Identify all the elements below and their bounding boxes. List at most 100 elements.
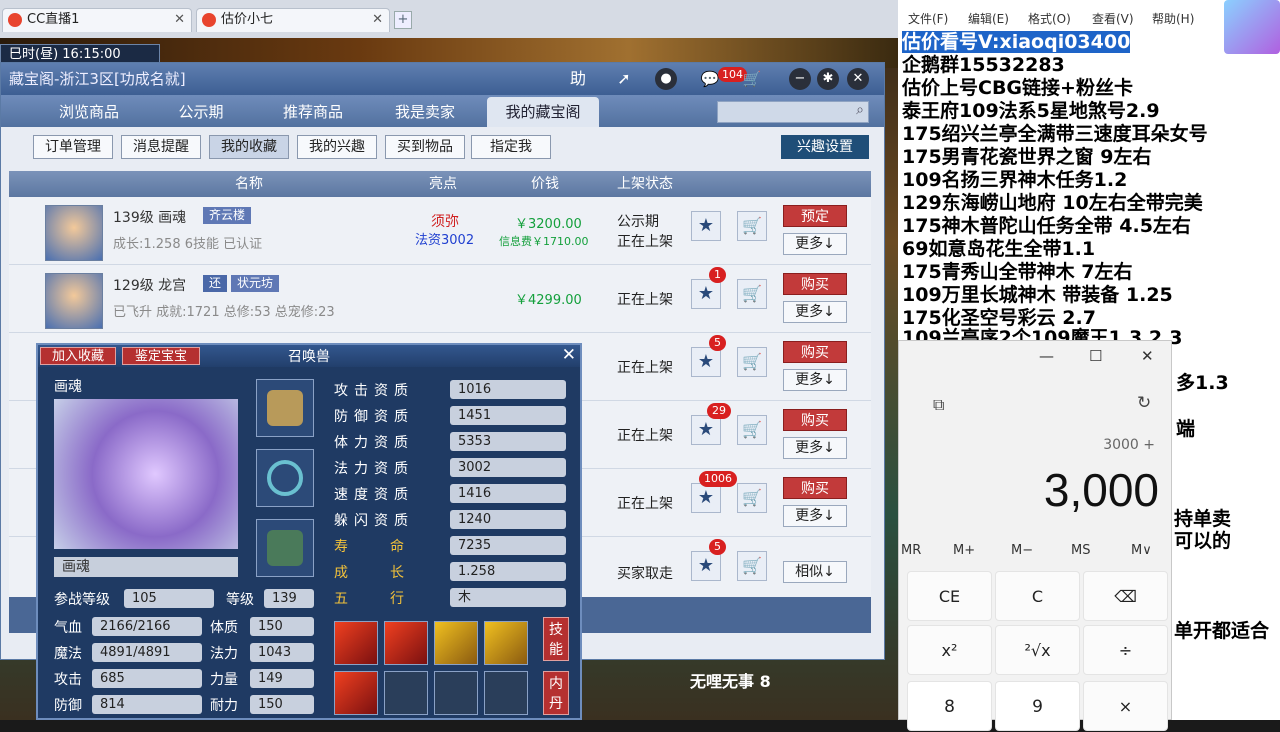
equip-slot-3[interactable]	[256, 519, 314, 577]
text-line-partial[interactable]: 端	[1176, 418, 1195, 441]
tab-guja[interactable]: 估价小七 ✕	[196, 8, 390, 32]
skill-icon[interactable]	[334, 671, 378, 715]
more-button[interactable]: 更多↓	[783, 505, 847, 527]
buy-button[interactable]: 购买	[783, 341, 847, 363]
tab-seller[interactable]: 我是卖家	[377, 97, 473, 127]
buy-button[interactable]: 购买	[783, 409, 847, 431]
key-c[interactable]: C	[995, 571, 1080, 621]
text-line[interactable]: 129东海崂山地府 10左右全带完美	[902, 192, 1203, 215]
tab-favorites[interactable]: 我的收藏	[209, 135, 289, 159]
minimize-icon[interactable]: −	[789, 68, 811, 90]
text-line[interactable]: 泰王府109法系5星地煞号2.9	[902, 100, 1160, 123]
search-input[interactable]: ⌕	[717, 101, 869, 123]
add-favorite-button[interactable]: 加入收藏	[40, 347, 116, 365]
mem-list[interactable]: M∨	[1131, 543, 1152, 558]
similar-button[interactable]: 相似↓	[783, 561, 847, 583]
close-icon[interactable]: ✕	[1141, 347, 1154, 365]
text-line[interactable]: 估价看号V:xiaoqi03400	[902, 31, 1131, 54]
skill-icon[interactable]	[384, 621, 428, 665]
menu-edit[interactable]: 编辑(E)	[968, 10, 1009, 27]
menu-file[interactable]: 文件(F)	[908, 10, 948, 27]
text-line[interactable]: 企鹅群15532283	[902, 54, 1065, 77]
tab-messages[interactable]: 消息提醒	[121, 135, 201, 159]
cart-icon[interactable]: 🛒	[737, 211, 767, 241]
key-sqrt[interactable]: ²√x	[995, 625, 1080, 675]
mem-recall[interactable]: MR	[901, 543, 921, 558]
cart-icon[interactable]: 🛒	[737, 279, 767, 309]
key-multiply[interactable]: ×	[1083, 681, 1168, 731]
cart-icon[interactable]: 🛒	[737, 347, 767, 377]
tab-purchased[interactable]: 买到物品	[385, 135, 465, 159]
buy-button[interactable]: 购买	[783, 273, 847, 295]
key-ce[interactable]: CE	[907, 571, 992, 621]
skill-icon[interactable]	[334, 621, 378, 665]
star-icon[interactable]: ★	[691, 211, 721, 241]
key-divide[interactable]: ÷	[1083, 625, 1168, 675]
star-icon[interactable]: ★	[691, 551, 721, 581]
minimize-icon[interactable]: —	[1039, 347, 1054, 365]
reserve-button[interactable]: 预定	[783, 205, 847, 227]
star-icon[interactable]: ★	[691, 279, 721, 309]
more-button[interactable]: 更多↓	[783, 369, 847, 391]
help-button[interactable]: 助	[567, 68, 589, 90]
history-icon[interactable]: ↻	[1137, 393, 1151, 413]
cart-icon[interactable]: 🛒	[737, 415, 767, 445]
neidan-button[interactable]: 内丹	[543, 671, 569, 715]
text-line-partial[interactable]: 持单卖	[1174, 508, 1231, 531]
text-line-partial[interactable]: 可以的	[1174, 530, 1231, 553]
maximize-icon[interactable]: ☐	[1089, 347, 1102, 365]
share-icon[interactable]: ➚	[613, 68, 635, 90]
tab-orders[interactable]: 订单管理	[33, 135, 113, 159]
equip-slot-1[interactable]	[256, 379, 314, 437]
gear-icon[interactable]: ✱	[817, 68, 839, 90]
cart-icon[interactable]: 🛒	[737, 551, 767, 581]
more-button[interactable]: 更多↓	[783, 301, 847, 323]
keep-on-top-icon[interactable]: ⧉	[933, 395, 944, 415]
menu-format[interactable]: 格式(O)	[1028, 10, 1071, 27]
mem-subtract[interactable]: M−	[1011, 543, 1033, 558]
skill-icon[interactable]	[484, 621, 528, 665]
text-line[interactable]: 175绍兴兰亭全满带三速度耳朵女号	[902, 123, 1208, 146]
close-icon[interactable]: ✕	[174, 9, 185, 31]
text-line[interactable]: 估价上号CBG链接+粉丝卡	[902, 77, 1133, 100]
menu-help[interactable]: 帮助(H)	[1152, 10, 1194, 27]
tab-cc-live[interactable]: CC直播1 ✕	[2, 8, 192, 32]
more-button[interactable]: 更多↓	[783, 233, 847, 255]
text-line-partial[interactable]: 单开都适合	[1174, 620, 1269, 643]
appraise-button[interactable]: 鉴定宝宝	[122, 347, 200, 365]
tab-assigned[interactable]: 指定我	[471, 135, 551, 159]
text-line[interactable]: 109万里长城神木 带装备 1.25	[902, 284, 1173, 307]
star-icon[interactable]: ★	[691, 347, 721, 377]
search-icon[interactable]: ⌕	[856, 102, 864, 118]
key-8[interactable]: 8	[907, 681, 992, 731]
tab-browse[interactable]: 浏览商品	[41, 97, 137, 127]
tab-my-cangbaoge[interactable]: 我的藏宝阁	[487, 97, 599, 127]
skills-button[interactable]: 技能	[543, 617, 569, 661]
buy-button[interactable]: 购买	[783, 477, 847, 499]
key-square[interactable]: x²	[907, 625, 992, 675]
tab-public[interactable]: 公示期	[153, 97, 249, 127]
text-line[interactable]: 175神木普陀山任务全带 4.5左右	[902, 215, 1191, 238]
text-line[interactable]: 109名扬三界神木任务1.2	[902, 169, 1127, 192]
mem-add[interactable]: M+	[953, 543, 975, 558]
text-line[interactable]: 175青秀山全带神木 7左右	[902, 261, 1133, 284]
key-backspace[interactable]: ⌫	[1083, 571, 1168, 621]
menu-view[interactable]: 查看(V)	[1092, 10, 1134, 27]
equip-slot-2[interactable]	[256, 449, 314, 507]
skill-icon[interactable]	[434, 621, 478, 665]
settings-icon[interactable]: ●	[655, 68, 677, 90]
table-row[interactable]: 129级 龙宫 还 状元坊 已飞升 成就:1721 总修:53 总宠修:23 ￥…	[9, 265, 871, 333]
text-line[interactable]: 175男青花瓷世界之窗 9左右	[902, 146, 1152, 169]
more-button[interactable]: 更多↓	[783, 437, 847, 459]
text-line[interactable]: 69如意岛花生全带1.1	[902, 238, 1095, 261]
cart-icon[interactable]: 🛒	[741, 68, 763, 90]
table-row[interactable]: 139级 画魂 齐云楼 成长:1.258 6技能 已认证 须弥 法资3002 ￥…	[9, 197, 871, 265]
star-icon[interactable]: ★	[691, 415, 721, 445]
close-icon[interactable]: ✕	[847, 68, 869, 90]
close-icon[interactable]: ✕	[372, 9, 383, 31]
selected-text[interactable]: 估价看号V:xiaoqi03400	[902, 31, 1131, 53]
cart-icon[interactable]: 🛒	[737, 483, 767, 513]
close-icon[interactable]: ✕	[562, 345, 576, 365]
key-9[interactable]: 9	[995, 681, 1080, 731]
tab-interests[interactable]: 我的兴趣	[297, 135, 377, 159]
